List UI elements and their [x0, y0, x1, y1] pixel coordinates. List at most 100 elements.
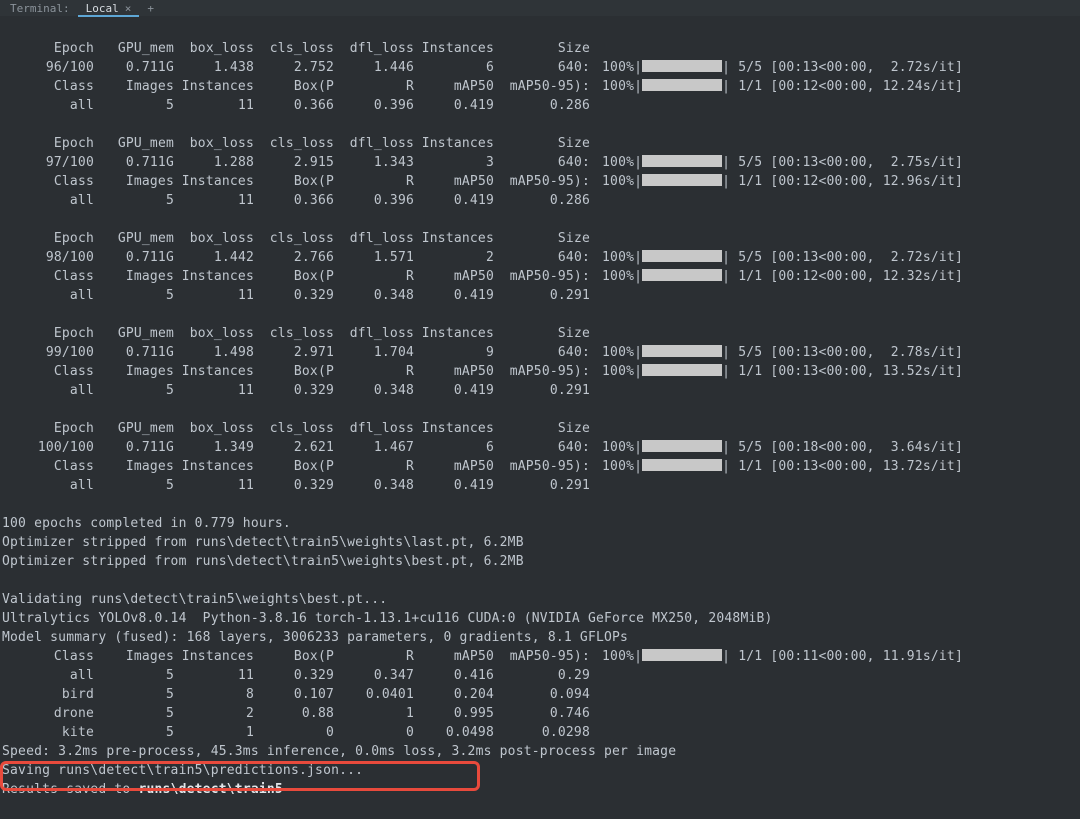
- output-cell: all: [2, 96, 94, 115]
- output-cell: 0.0498: [414, 723, 494, 742]
- output-cell: 640:: [494, 248, 590, 267]
- output-line: 100 epochs completed in 0.779 hours.: [2, 514, 1076, 533]
- output-row: ClassImagesInstancesBox(PRmAP50mAP50-95)…: [2, 362, 1076, 381]
- output-row: all5110.3660.3960.4190.286: [2, 96, 1076, 115]
- output-line: Optimizer stripped from runs\detect\trai…: [2, 533, 1076, 552]
- add-tab-button[interactable]: +: [139, 2, 162, 15]
- output-cell: 1.467: [334, 438, 414, 457]
- output-cell: 0: [334, 723, 414, 742]
- output-cell: all: [2, 476, 94, 495]
- output-cell: 0.29: [494, 666, 590, 685]
- progress-tail: 100%|| 5/5 [00:13<00:00, 2.72s/it]: [590, 58, 963, 77]
- output-cell: R: [334, 267, 414, 286]
- output-cell: Instances: [414, 134, 494, 153]
- output-cell: 5: [94, 476, 174, 495]
- output-cell: cls_loss: [254, 39, 334, 58]
- output-cell: 0.711G: [94, 438, 174, 457]
- output-cell: 0.094: [494, 685, 590, 704]
- output-cell: all: [2, 191, 94, 210]
- output-cell: 0.995: [414, 704, 494, 723]
- output-cell: 5: [94, 381, 174, 400]
- output-cell: Instances: [174, 457, 254, 476]
- output-cell: Box(P: [254, 267, 334, 286]
- output-cell: 0.204: [414, 685, 494, 704]
- output-row: EpochGPU_membox_losscls_lossdfl_lossInst…: [2, 39, 1076, 58]
- output-cell: dfl_loss: [334, 324, 414, 343]
- output-cell: 0.746: [494, 704, 590, 723]
- output-cell: Size: [494, 229, 590, 248]
- output-cell: 5: [94, 723, 174, 742]
- output-cell: Epoch: [2, 39, 94, 58]
- output-cell: Size: [494, 134, 590, 153]
- output-cell: 640:: [494, 58, 590, 77]
- output-cell: 640:: [494, 438, 590, 457]
- output-row: drone520.8810.9950.746: [2, 704, 1076, 723]
- output-cell: Size: [494, 39, 590, 58]
- output-cell: mAP50: [414, 267, 494, 286]
- output-cell: Epoch: [2, 324, 94, 343]
- output-cell: 11: [174, 666, 254, 685]
- output-cell: R: [334, 647, 414, 666]
- output-row: ClassImagesInstancesBox(PRmAP50mAP50-95)…: [2, 77, 1076, 96]
- output-cell: 1.704: [334, 343, 414, 362]
- blank-line: [2, 210, 1076, 229]
- close-icon[interactable]: ×: [125, 2, 132, 15]
- output-cell: Instances: [174, 172, 254, 191]
- output-cell: Class: [2, 362, 94, 381]
- output-line: Validating runs\detect\train5\weights\be…: [2, 590, 1076, 609]
- output-cell: 0: [254, 723, 334, 742]
- output-cell: box_loss: [174, 324, 254, 343]
- output-cell: Epoch: [2, 419, 94, 438]
- output-cell: 0.366: [254, 96, 334, 115]
- output-row: kite51000.04980.0298: [2, 723, 1076, 742]
- output-row: ClassImagesInstancesBox(PRmAP50mAP50-95)…: [2, 267, 1076, 286]
- output-cell: 0.329: [254, 476, 334, 495]
- output-cell: 6: [414, 438, 494, 457]
- output-cell: Class: [2, 267, 94, 286]
- speed-line: Speed: 3.2ms pre-process, 45.3ms inferen…: [2, 742, 1076, 761]
- terminal-output[interactable]: EpochGPU_membox_losscls_lossdfl_lossInst…: [0, 16, 1080, 819]
- output-cell: Instances: [414, 324, 494, 343]
- output-cell: dfl_loss: [334, 134, 414, 153]
- results-saved-line: Results saved to runs\detect\train5: [2, 780, 1076, 799]
- output-row: 98/1000.711G1.4422.7661.5712640: 100%|| …: [2, 248, 1076, 267]
- output-cell: mAP50-95):: [494, 267, 590, 286]
- output-cell: Instances: [174, 362, 254, 381]
- tab-local[interactable]: Local ×: [78, 0, 140, 16]
- output-cell: 0.291: [494, 476, 590, 495]
- output-cell: Instances: [414, 229, 494, 248]
- output-cell: mAP50: [414, 457, 494, 476]
- panel-label: Terminal:: [2, 2, 78, 15]
- output-cell: box_loss: [174, 419, 254, 438]
- output-cell: Instances: [174, 647, 254, 666]
- output-cell: 0.291: [494, 286, 590, 305]
- blank-line: [2, 115, 1076, 134]
- output-cell: 640:: [494, 153, 590, 172]
- output-cell: 0.366: [254, 191, 334, 210]
- output-cell: 2.915: [254, 153, 334, 172]
- output-cell: R: [334, 362, 414, 381]
- output-line: Ultralytics YOLOv8.0.14 Python-3.8.16 to…: [2, 609, 1076, 628]
- progress-bar: [642, 364, 722, 376]
- output-cell: cls_loss: [254, 324, 334, 343]
- output-cell: 5: [94, 704, 174, 723]
- output-cell: 1.442: [174, 248, 254, 267]
- output-cell: cls_loss: [254, 229, 334, 248]
- progress-tail: 100%|| 1/1 [00:12<00:00, 12.32s/it]: [590, 267, 963, 286]
- output-cell: 3: [414, 153, 494, 172]
- output-cell: Box(P: [254, 77, 334, 96]
- progress-bar: [642, 174, 722, 186]
- output-cell: 1.288: [174, 153, 254, 172]
- output-cell: Class: [2, 457, 94, 476]
- output-cell: Epoch: [2, 134, 94, 153]
- output-cell: Images: [94, 647, 174, 666]
- output-cell: 0.347: [334, 666, 414, 685]
- progress-bar: [642, 60, 722, 72]
- output-cell: 11: [174, 381, 254, 400]
- output-cell: GPU_mem: [94, 419, 174, 438]
- output-cell: dfl_loss: [334, 39, 414, 58]
- output-cell: 1.438: [174, 58, 254, 77]
- output-cell: 100/100: [2, 438, 94, 457]
- output-cell: 1.446: [334, 58, 414, 77]
- output-cell: GPU_mem: [94, 134, 174, 153]
